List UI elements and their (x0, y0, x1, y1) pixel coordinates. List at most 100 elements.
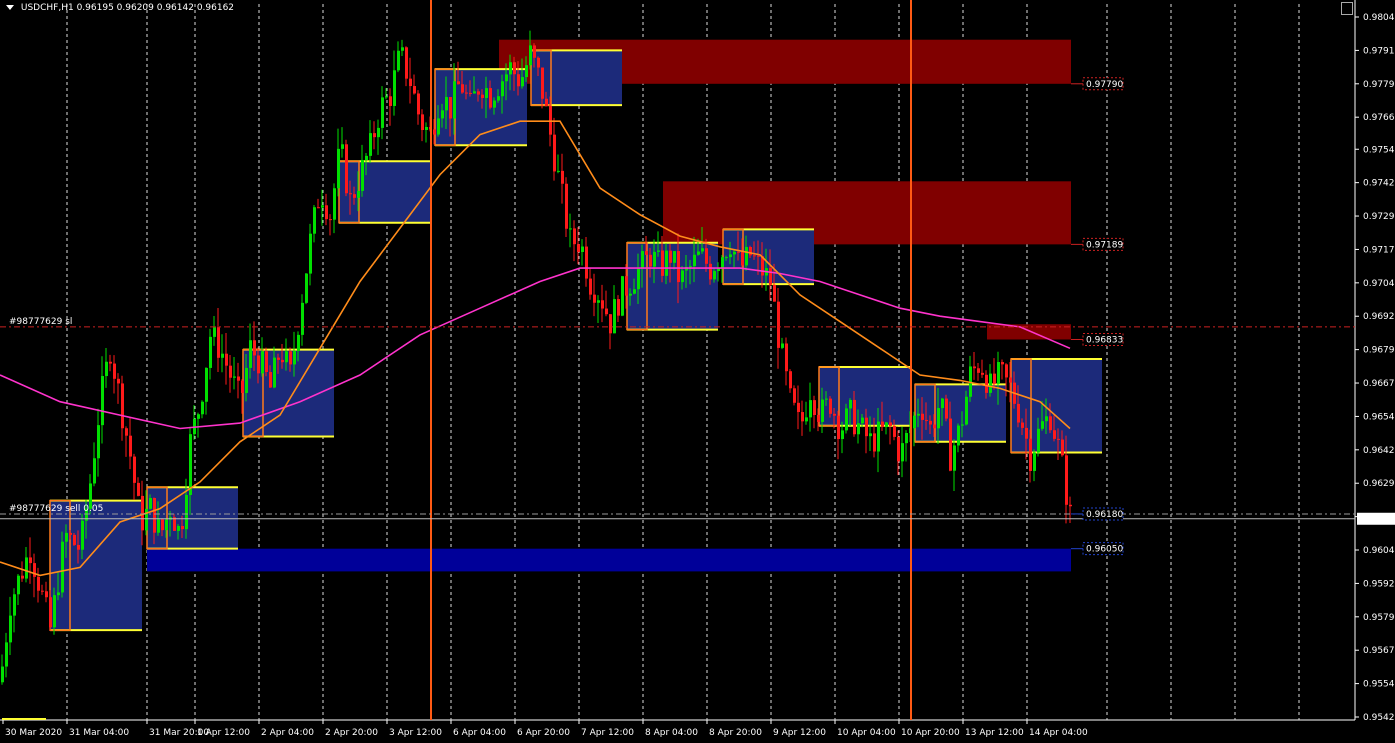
candle-body (385, 96, 388, 98)
y-tick-label: 0.97295 (1363, 212, 1395, 222)
candle-body (541, 67, 544, 99)
candle-body (273, 357, 276, 388)
candle-body (829, 398, 832, 414)
candle-body (1009, 377, 1012, 383)
candle-body (313, 207, 316, 234)
candle-body (985, 374, 988, 393)
candle-body (833, 413, 836, 416)
candle-body (529, 45, 532, 66)
candle-body (461, 84, 464, 93)
price-chart[interactable]: #98777629 sl #98777629 sell 0.05 0.97790 0.… (0, 0, 1395, 743)
candle-body (173, 517, 176, 531)
range-box (819, 367, 910, 426)
candle-body (377, 127, 380, 138)
candle-body (749, 246, 752, 256)
y-tick-label: 0.97420 (1363, 179, 1395, 189)
candle-body (65, 532, 68, 542)
candle-body (701, 248, 704, 252)
candle-body (421, 114, 424, 130)
zone-price-label: 0.96833 (1086, 335, 1123, 345)
candle-body (645, 251, 648, 255)
candle-body (997, 362, 1000, 384)
x-tick-label: 9 Apr 12:00 (773, 728, 826, 738)
y-tick-label: 0.97790 (1363, 80, 1395, 90)
candle-body (261, 351, 264, 374)
y-tick-label: 0.95795 (1363, 613, 1395, 623)
candle-body (805, 417, 808, 422)
candle-body (577, 244, 580, 253)
candle-body (317, 207, 320, 209)
candle-body (785, 343, 788, 372)
candle-body (933, 424, 936, 429)
candle-body (157, 519, 160, 533)
candle-body (585, 246, 588, 279)
range-box (1011, 358, 1102, 453)
ohlc-values: 0.96195 0.96209 0.96142 0.96162 (76, 3, 235, 13)
candle-body (961, 424, 964, 426)
x-tick-label: 14 Apr 04:00 (1029, 728, 1088, 738)
candle-body (665, 250, 668, 276)
candle-body (849, 399, 852, 409)
candle-body (129, 435, 132, 457)
range-box (531, 50, 622, 106)
candle-body (77, 544, 80, 550)
candle-body (17, 575, 20, 595)
x-tick-label: 8 Apr 04:00 (645, 728, 698, 738)
candle-body (1033, 452, 1036, 471)
candle-body (845, 408, 848, 431)
candle-body (633, 289, 636, 294)
candle-body (965, 396, 968, 425)
candle-body (393, 70, 396, 106)
candle-body (181, 526, 184, 530)
candle-body (649, 254, 652, 267)
range-box (723, 229, 814, 285)
candle-body (537, 57, 540, 68)
candle-body (5, 642, 8, 667)
candle-body (469, 92, 472, 94)
candle-body (729, 254, 732, 258)
candle-body (1053, 430, 1056, 439)
candle-body (381, 97, 384, 128)
candle-body (41, 590, 44, 592)
candle-body (721, 257, 724, 269)
candle-body (165, 519, 168, 531)
candle-body (361, 159, 364, 191)
candle-body (21, 575, 24, 579)
candle-body (289, 351, 292, 365)
zone-price-label: 0.97189 (1086, 240, 1123, 250)
candle-body (881, 421, 884, 428)
candle-body (777, 301, 780, 348)
candle-body (813, 400, 816, 415)
candle-body (733, 251, 736, 255)
y-tick-label: 0.97045 (1363, 279, 1395, 289)
candle-body (621, 276, 624, 316)
zone-price-label: 0.96180 (1086, 510, 1123, 520)
candle-body (141, 495, 144, 531)
candle-body (1017, 403, 1020, 423)
candle-body (1057, 438, 1060, 440)
candle-body (637, 268, 640, 290)
range-box (915, 384, 1006, 442)
candle-body (569, 228, 572, 230)
candle-body (653, 251, 656, 267)
candle-body (793, 388, 796, 403)
candle-body (517, 74, 520, 87)
candle-body (449, 97, 452, 119)
candle-body (809, 400, 812, 418)
candle-body (853, 399, 856, 435)
chart-close-button[interactable] (1341, 2, 1353, 15)
y-tick-label: 0.97915 (1363, 46, 1395, 56)
candle-body (825, 398, 828, 400)
y-tick-label: 0.95545 (1363, 680, 1395, 690)
candle-body (921, 413, 924, 420)
collapse-arrow-icon[interactable] (6, 5, 14, 10)
x-tick-label: 2 Apr 20:00 (325, 728, 378, 738)
candle-body (977, 368, 980, 373)
candle-body (625, 276, 628, 296)
candle-body (457, 81, 460, 85)
candle-body (337, 148, 340, 189)
candle-body (397, 50, 400, 71)
candle-body (629, 293, 632, 296)
candle-body (477, 91, 480, 95)
x-tick-label: 8 Apr 20:00 (709, 728, 762, 738)
